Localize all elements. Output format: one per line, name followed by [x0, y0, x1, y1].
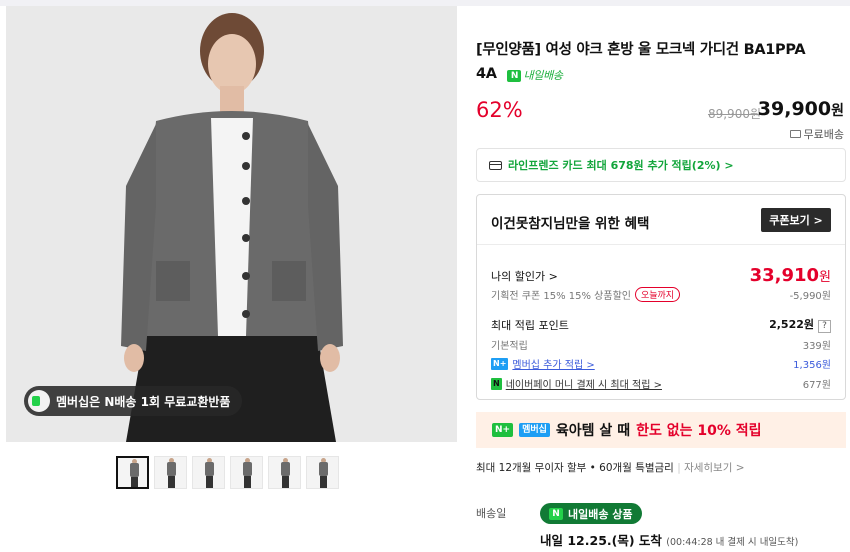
divider — [477, 244, 845, 245]
naver-plus-icon: N+ — [491, 357, 509, 370]
benefit-heading: 이건못참지님만을 위한 혜택 — [491, 216, 650, 232]
npay-points-link[interactable]: 네이버페이 머니 결제 시 최대 적립 > — [506, 376, 662, 391]
naver-n-icon: N — [507, 70, 522, 82]
my-price-value: 33,910 — [749, 265, 820, 286]
thumbnail-2[interactable] — [154, 456, 187, 489]
points-row: 최대 적립 포인트 2,522원? — [491, 316, 831, 333]
discount-rate: 62% — [476, 98, 523, 122]
installment-info: 최대 12개월 무이자 할부 • 60개월 특별금리 | 자세히보기 > — [476, 462, 745, 474]
naver-n-icon — [28, 390, 50, 412]
coupon-view-button[interactable]: 쿠폰보기 > — [761, 208, 831, 232]
membership-points-row: N+ 멤버십 추가 적립 > 1,356원 — [491, 356, 831, 371]
membership-points-value: 1,356원 — [793, 360, 831, 371]
free-shipping-label: 무료배송 — [803, 128, 844, 141]
coupon-row: 기획전 쿠폰 15% 15% 상품할인 오늘까지 -5,990원 — [491, 287, 831, 302]
thumbnail-strip — [116, 456, 339, 489]
truck-icon — [789, 130, 801, 138]
coupon-value: -5,990원 — [789, 291, 831, 302]
credit-card-icon — [489, 160, 502, 170]
thumbnail-4[interactable] — [230, 456, 263, 489]
points-label: 최대 적립 포인트 — [491, 318, 569, 332]
installment-more-link[interactable]: 자세히보기 > — [684, 462, 744, 474]
banner-text-b: 한도 없는 10% 적립 — [636, 423, 762, 439]
product-photo — [6, 6, 457, 442]
n-plus-chip: N+ — [492, 423, 514, 437]
basic-points-value: 339원 — [802, 341, 831, 352]
product-main-image[interactable]: 멤버십은 N배송 1회 무료교환반품 — [6, 6, 457, 442]
title-line-1: [무인양품] 여성 야크 혼방 울 모크넥 가디건 BA1PPA — [476, 42, 806, 58]
thumbnail-6[interactable] — [306, 456, 339, 489]
thumbnail-1[interactable] — [116, 456, 149, 489]
membership-points-link[interactable]: 멤버십 추가 적립 > — [512, 356, 594, 371]
my-price-unit: 원 — [819, 270, 831, 285]
thumbnail-3[interactable] — [192, 456, 225, 489]
card-promo-text: 라인프렌즈 카드 최대 678원 추가 적립(2%) > — [508, 159, 734, 172]
benefit-box: 이건못참지님만을 위한 혜택 쿠폰보기 > 나의 할인가 > 33,910원 기… — [476, 194, 846, 400]
free-shipping: 무료배송 — [789, 126, 844, 142]
installment-text: 최대 12개월 무이자 할부 • 60개월 특별금리 — [476, 462, 674, 474]
tomorrow-tag-label: 내일배송 — [523, 69, 563, 82]
membership-exchange-badge: 멤버십은 N배송 1회 무료교환반품 — [24, 386, 243, 416]
product-title: [무인양품] 여성 야크 혼방 울 모크넥 가디건 BA1PPA 4A N 내일… — [476, 38, 846, 88]
my-price-link[interactable]: 나의 할인가 > — [491, 268, 558, 284]
today-only-badge: 오늘까지 — [634, 287, 681, 302]
sale-price: 39,900원 — [758, 98, 844, 120]
arrival-info: 내일 12.25.(목) 도착 (00:44:28 내 결제 시 내일도착) — [540, 530, 798, 549]
help-icon[interactable]: ? — [818, 320, 831, 333]
banner-text-a: 육아템 살 때 — [555, 423, 631, 439]
npay-points-value: 677원 — [802, 380, 831, 391]
basic-points-row: 기본적립 339원 — [491, 337, 831, 352]
arrival-date: 내일 12.25.(목) 도착 — [540, 533, 662, 548]
thumbnail-5[interactable] — [268, 456, 301, 489]
membership-banner[interactable]: N+ 멤버십 육아템 살 때 한도 없는 10% 적립 — [476, 412, 846, 448]
basic-points-label: 기본적립 — [491, 341, 528, 352]
membership-chip: 멤버십 — [519, 423, 550, 437]
npay-points-row: N 네이버페이 머니 결제 시 최대 적립 > 677원 — [491, 376, 831, 391]
naver-n-icon: N — [549, 507, 563, 520]
title-line-2: 4A — [476, 66, 497, 82]
sale-price-value: 39,900 — [757, 98, 832, 120]
original-price: 89,900원 — [707, 107, 761, 121]
points-value: 2,522원 — [769, 318, 814, 331]
coupon-line: 기획전 쿠폰 15% 15% 상품할인 — [491, 291, 631, 302]
tomorrow-delivery-tag: N 내일배송 — [507, 64, 563, 88]
card-promo-link[interactable]: 라인프렌즈 카드 최대 678원 추가 적립(2%) > — [476, 148, 846, 182]
sale-price-unit: 원 — [831, 103, 844, 119]
arrival-note: (00:44:28 내 결제 시 내일도착) — [666, 537, 799, 548]
shipping-label: 배송일 — [476, 507, 507, 520]
badge-text: 멤버십은 N배송 1회 무료교환반품 — [56, 394, 231, 409]
tomorrow-delivery-pill: N 내일배송 상품 — [540, 503, 642, 524]
my-price-row: 나의 할인가 > 33,910원 — [491, 265, 831, 286]
my-price: 33,910원 — [750, 265, 831, 286]
npay-icon: N — [491, 377, 502, 390]
points-total: 2,522원? — [769, 316, 831, 333]
shipping-pill-label: 내일배송 상품 — [568, 507, 633, 521]
